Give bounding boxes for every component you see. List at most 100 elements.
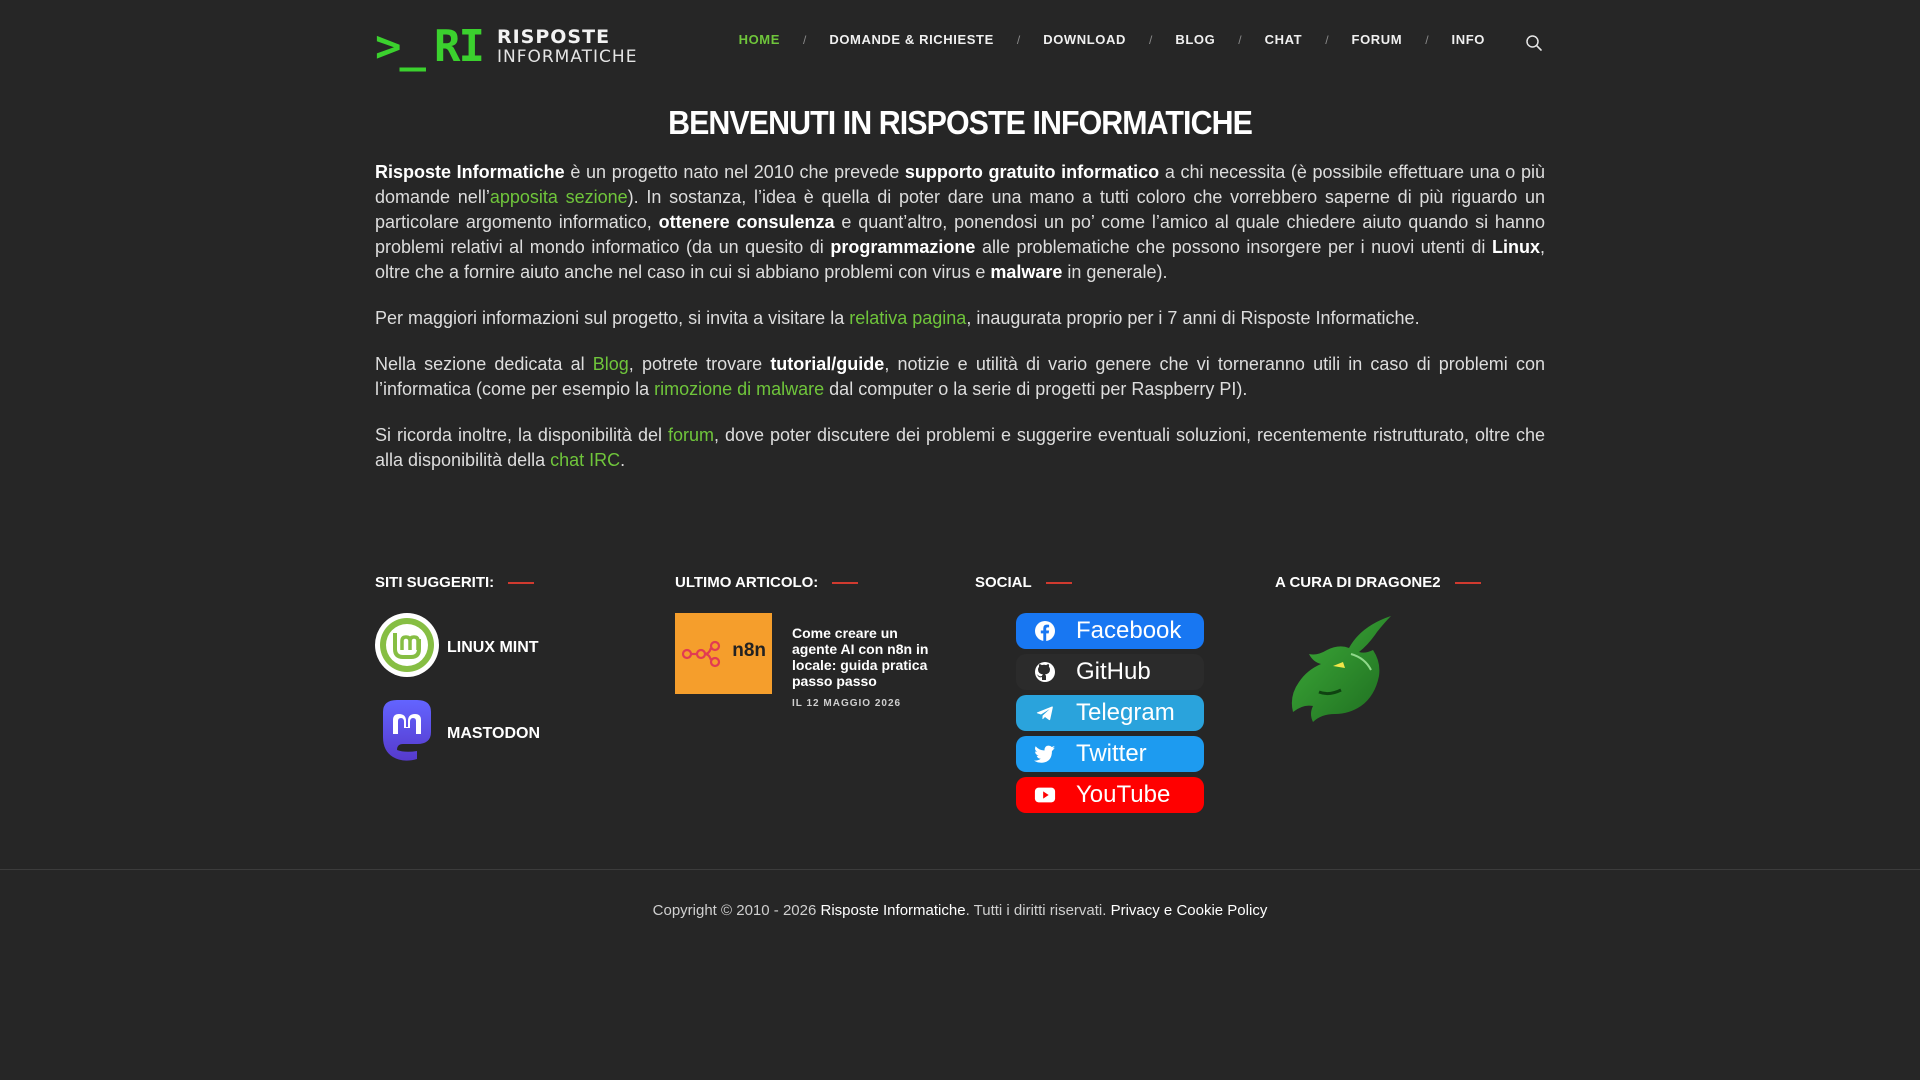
nav-separator: / — [1016, 32, 1021, 47]
forum-paragraph: Si ricorda inoltre, la disponibilità del… — [375, 423, 1545, 473]
logo-line1: RISPOSTE — [496, 26, 611, 48]
logo-prompt: >_ — [375, 21, 426, 72]
logo-mark: >_ RI — [375, 21, 485, 72]
logo-text: RISPOSTE INFORMATICHE — [497, 27, 637, 67]
widget-social: SOCIAL Facebook GitHub Telegram Twitter … — [975, 574, 1245, 813]
paragraph-text: è un progetto nato nel 2010 che prevede — [564, 162, 905, 182]
bold-text: supporto gratuito informatico — [904, 162, 1160, 182]
blog-paragraph: Nella sezione dedicata al Blog, potrete … — [375, 352, 1545, 402]
widget-suggested-sites: SITI SUGGERITI: LINUX MINT MASTODON — [375, 574, 645, 761]
bold-text: Risposte Informatiche — [375, 162, 565, 182]
social-label: Facebook — [1076, 617, 1182, 644]
social-label: GitHub — [1076, 658, 1151, 685]
bold-text: tutorial/guide — [770, 354, 885, 374]
footer-site-link[interactable]: Risposte Informatiche — [820, 902, 965, 919]
widget-title: ULTIMO ARTICOLO: — [675, 574, 945, 591]
logo-line2: INFORMATICHE — [496, 47, 638, 67]
github-button[interactable]: GitHub — [1016, 654, 1204, 690]
paragraph-text: , potrete trovare — [628, 354, 771, 374]
dragon-logo-icon[interactable] — [1281, 614, 1399, 737]
nav-home[interactable]: HOME — [739, 32, 780, 47]
page-title: BENVENUTI IN RISPOSTE INFORMATICHE — [668, 104, 1253, 141]
paragraph-text: Per maggiori informazioni sul progetto, … — [375, 308, 850, 328]
intro-paragraph: Risposte Informatiche è un progetto nato… — [375, 160, 1545, 285]
footer-divider — [0, 869, 1920, 870]
nav-separator: / — [1425, 32, 1429, 47]
facebook-icon — [1034, 620, 1056, 642]
link-rimozione-malware[interactable]: rimozione di malware — [654, 379, 824, 399]
thumbnail-text: n8n — [732, 640, 766, 661]
link-forum[interactable]: forum — [668, 425, 714, 445]
nav-chat[interactable]: CHAT — [1265, 32, 1303, 47]
title-dash — [1454, 581, 1481, 584]
social-label: Telegram — [1076, 699, 1175, 726]
nav-separator: / — [1238, 32, 1242, 47]
paragraph-text: in generale). — [1062, 262, 1168, 282]
nav-forum[interactable]: FORUM — [1352, 32, 1403, 47]
paragraph-text: Nella sezione dedicata al — [375, 354, 593, 374]
youtube-button[interactable]: YouTube — [1016, 777, 1204, 813]
paragraph-text: dal computer o la serie di progetti per … — [824, 379, 1248, 399]
nav-info[interactable]: INFO — [1452, 32, 1485, 47]
widget-title-text: A CURA DI DRAGONE2 — [1275, 574, 1441, 591]
title-dash — [508, 581, 535, 584]
main-content: BENVENUTI IN RISPOSTE INFORMATICHE Rispo… — [375, 104, 1545, 494]
info-paragraph: Per maggiori informazioni sul progetto, … — [375, 306, 1545, 331]
title-dash — [832, 581, 859, 584]
site-label: MASTODON — [447, 724, 541, 742]
link-relativa-pagina[interactable]: relativa pagina — [849, 308, 966, 328]
paragraph-text: alle problematiche che possono insorgere… — [975, 237, 1492, 257]
bold-text: programmazione — [830, 237, 976, 257]
widget-title: SITI SUGGERITI: — [375, 574, 645, 591]
youtube-icon — [1034, 784, 1056, 806]
nav-download[interactable]: DOWNLOAD — [1043, 32, 1126, 47]
twitter-button[interactable]: Twitter — [1016, 736, 1204, 772]
link-apposita-sezione[interactable]: apposita sezione — [490, 187, 628, 207]
nav-separator: / — [1325, 32, 1329, 47]
site-header: >_ RI RISPOSTE INFORMATICHE HOME / DOMAND… — [375, 0, 1545, 92]
copyright-text: Copyright © 2010 - 2026 — [652, 902, 821, 919]
linux-mint-icon — [375, 613, 439, 682]
main-nav: HOME / DOMANDE & RICHIESTE / DOWNLOAD / … — [739, 32, 1485, 47]
nav-separator: / — [1149, 32, 1153, 47]
site-label: LINUX MINT — [447, 638, 539, 656]
widget-title-text: SITI SUGGERITI: — [375, 574, 495, 591]
widget-title-text: ULTIMO ARTICOLO: — [675, 574, 819, 591]
widget-title: A CURA DI DRAGONE2 — [1275, 574, 1545, 591]
widget-author: A CURA DI DRAGONE2 — [1275, 574, 1545, 722]
title-dash — [1045, 581, 1072, 584]
telegram-button[interactable]: Telegram — [1016, 695, 1204, 731]
site-mastodon[interactable]: MASTODON — [375, 698, 540, 769]
paragraph-text: Si ricorda inoltre, la disponibilità del — [375, 425, 668, 445]
site-logo[interactable]: >_ RI RISPOSTE INFORMATICHE — [375, 24, 637, 70]
site-linux-mint[interactable]: LINUX MINT — [375, 613, 539, 682]
nav-blog[interactable]: BLOG — [1175, 32, 1215, 47]
article-thumbnail[interactable]: n8n — [675, 613, 772, 694]
mastodon-icon — [375, 698, 439, 769]
link-blog[interactable]: Blog — [593, 354, 629, 374]
widget-title: SOCIAL — [975, 574, 1245, 591]
footer-widgets: SITI SUGGERITI: LINUX MINT MASTODON ULTI… — [375, 574, 1545, 834]
bold-text: ottenere consulenza — [658, 212, 835, 232]
search-icon[interactable] — [1525, 34, 1545, 54]
article-headline[interactable]: Come creare un agente AI con n8n in loca… — [792, 625, 942, 689]
link-chat-irc[interactable]: chat IRC — [550, 450, 620, 470]
logo-letters: RI — [433, 21, 485, 72]
social-label: YouTube — [1076, 781, 1171, 808]
social-label: Twitter — [1076, 740, 1147, 767]
paragraph-text: . — [620, 450, 626, 470]
article-date: IL 12 MAGGIO 2026 — [792, 698, 902, 709]
facebook-button[interactable]: Facebook — [1016, 613, 1204, 649]
twitter-icon — [1034, 743, 1056, 765]
site-footer: Copyright © 2010 - 2026 Risposte Informa… — [0, 902, 1920, 919]
telegram-icon — [1034, 702, 1056, 724]
widget-title-text: SOCIAL — [975, 574, 1032, 591]
github-icon — [1034, 661, 1056, 683]
bold-text: Linux — [1491, 237, 1540, 257]
paragraph-text: , inaugurata proprio per i 7 anni di Ris… — [966, 308, 1420, 328]
privacy-policy-link[interactable]: Privacy e Cookie Policy — [1111, 902, 1268, 919]
bold-text: malware — [990, 262, 1063, 282]
nav-domande-richieste[interactable]: DOMANDE & RICHIESTE — [829, 32, 994, 47]
rights-text: . Tutti i diritti riservati. — [965, 902, 1111, 919]
widget-latest-article: ULTIMO ARTICOLO: n8n Come creare un agen… — [675, 574, 945, 709]
